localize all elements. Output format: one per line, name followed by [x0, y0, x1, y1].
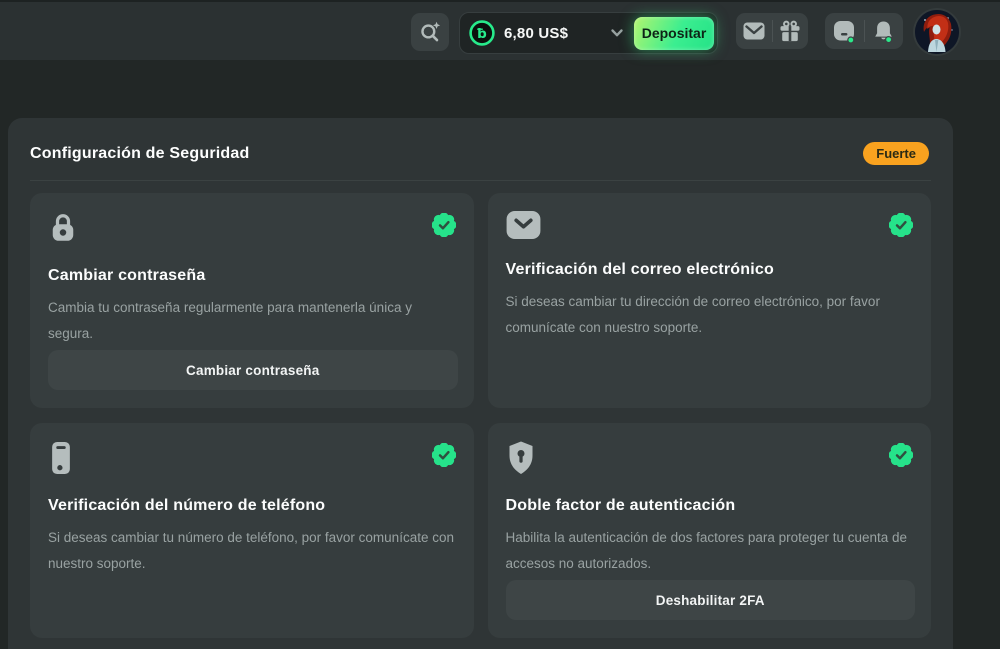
- panel-header: Configuración de Seguridad Fuerte: [8, 118, 953, 180]
- card-description: Si deseas cambiar tu número de teléfono,…: [48, 525, 456, 577]
- lock-icon: [48, 210, 78, 246]
- card-title: Cambiar contraseña: [48, 267, 456, 285]
- change-password-button[interactable]: Cambiar contraseña: [48, 350, 458, 390]
- bonus-button[interactable]: [773, 13, 809, 49]
- chevron-down-icon: [610, 26, 624, 40]
- mail-icon: [743, 22, 765, 40]
- card-phone-verification: Verificación del número de teléfono Si d…: [30, 423, 474, 638]
- card-two-factor-auth: Doble factor de autenticación Habilita l…: [488, 423, 932, 638]
- card-change-password: Cambiar contraseña Cambia tu contraseña …: [30, 193, 474, 408]
- card-description: Si deseas cambiar tu dirección de correo…: [506, 289, 914, 341]
- verified-badge-icon: [432, 443, 456, 467]
- verified-badge-icon: [889, 213, 913, 237]
- card-email-verification: Verificación del correo electrónico Si d…: [488, 193, 932, 408]
- card-title: Verificación del número de teléfono: [48, 497, 456, 515]
- deposit-button[interactable]: Depositar: [634, 17, 714, 50]
- security-settings-panel: Configuración de Seguridad Fuerte: [8, 118, 953, 649]
- phone-icon: [48, 440, 74, 476]
- mail-icon: [506, 210, 541, 240]
- wallet-selector[interactable]: ƀ 6,80 US$ Depositar: [459, 12, 718, 54]
- messages-button[interactable]: [736, 13, 772, 49]
- wallet-balance: 6,80 US$: [504, 25, 568, 42]
- bell-icon: [872, 20, 895, 43]
- card-title: Verificación del correo electrónico: [506, 261, 914, 279]
- security-strength-badge: Fuerte: [863, 142, 929, 165]
- security-cards-grid: Cambiar contraseña Cambia tu contraseña …: [8, 181, 953, 638]
- page-title: Configuración de Seguridad: [30, 145, 249, 163]
- chat-notification-group: [825, 13, 903, 49]
- shield-icon: [506, 440, 536, 476]
- search-button[interactable]: [411, 13, 449, 51]
- notifications-button[interactable]: [865, 13, 904, 49]
- verified-badge-icon: [432, 213, 456, 237]
- svg-text:ƀ: ƀ: [477, 26, 487, 42]
- disable-2fa-button[interactable]: Deshabilitar 2FA: [506, 580, 916, 620]
- verified-badge-icon: [889, 443, 913, 467]
- card-description: Habilita la autenticación de dos factore…: [506, 525, 914, 577]
- mail-gift-group: [736, 13, 808, 49]
- card-title: Doble factor de autenticación: [506, 497, 914, 515]
- chat-icon: [833, 20, 856, 43]
- top-bar: ƀ 6,80 US$ Depositar: [0, 0, 1000, 60]
- card-description: Cambia tu contraseña regularmente para m…: [48, 295, 456, 347]
- avatar[interactable]: [915, 10, 959, 54]
- gift-icon: [779, 20, 801, 42]
- chat-button[interactable]: [825, 13, 864, 49]
- search-icon: [418, 20, 442, 44]
- coin-icon: ƀ: [469, 20, 495, 46]
